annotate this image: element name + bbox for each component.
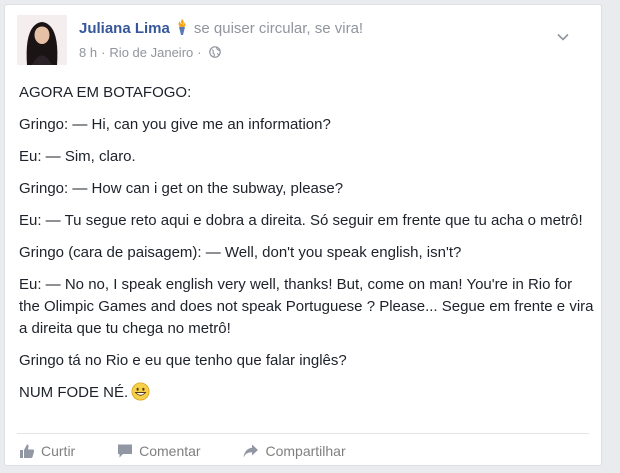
comment-icon (118, 444, 133, 458)
author-name[interactable]: Juliana Lima (79, 20, 170, 37)
actions-divider (17, 433, 589, 434)
post-meta: 8 h · Rio de Janeiro · (79, 45, 221, 60)
post-line: NUM FODE NÉ. (19, 384, 129, 401)
post-actions: Curtir Comentar Compartilhar (19, 443, 384, 459)
post-body: AGORA EM BOTAFOGO: Gringo: — Hi, can you… (19, 82, 594, 414)
share-icon (243, 444, 259, 458)
torch-icon (176, 19, 188, 35)
share-button[interactable]: Compartilhar (242, 443, 346, 459)
post-location[interactable]: Rio de Janeiro (109, 45, 193, 60)
post-card: Juliana Lima se quiser circular, se vira!… (4, 4, 602, 466)
post-line: Gringo (cara de paisagem): — Well, don't… (19, 244, 462, 261)
post-line: Eu: — Tu segue reto aqui e dobra a direi… (19, 212, 583, 229)
post-line: Gringo: — Hi, can you give me an informa… (19, 116, 331, 133)
chevron-down-icon[interactable] (557, 29, 569, 41)
globe-icon[interactable] (208, 46, 221, 58)
feeling-text: se quiser circular, se vira! (193, 20, 364, 37)
grinning-face-icon (131, 382, 150, 401)
post-line: Gringo: — How can i get on the subway, p… (19, 180, 344, 197)
meta-separator: · (101, 45, 106, 60)
meta-separator: · (197, 45, 202, 60)
post-line: AGORA EM BOTAFOGO: (19, 84, 192, 101)
post-header: Juliana Lima se quiser circular, se vira!… (17, 15, 577, 67)
like-button[interactable]: Curtir (19, 443, 75, 459)
comment-button[interactable]: Comentar (117, 443, 201, 459)
post-line: Eu: — Sim, claro. (19, 148, 136, 165)
author-line: Juliana Lima se quiser circular, se vira! (79, 19, 363, 37)
post-last-line: NUM FODE NÉ. (19, 382, 594, 404)
post-time[interactable]: 8 h (79, 45, 97, 60)
comment-label: Comentar (139, 443, 201, 459)
avatar[interactable] (17, 15, 67, 65)
post-line: Eu: — No no, I speak english very well, … (19, 276, 594, 337)
post-line: Gringo tá no Rio e eu que tenho que fala… (19, 352, 347, 369)
like-label: Curtir (41, 443, 76, 459)
thumbs-up-icon (20, 444, 35, 458)
share-label: Compartilhar (265, 443, 346, 459)
